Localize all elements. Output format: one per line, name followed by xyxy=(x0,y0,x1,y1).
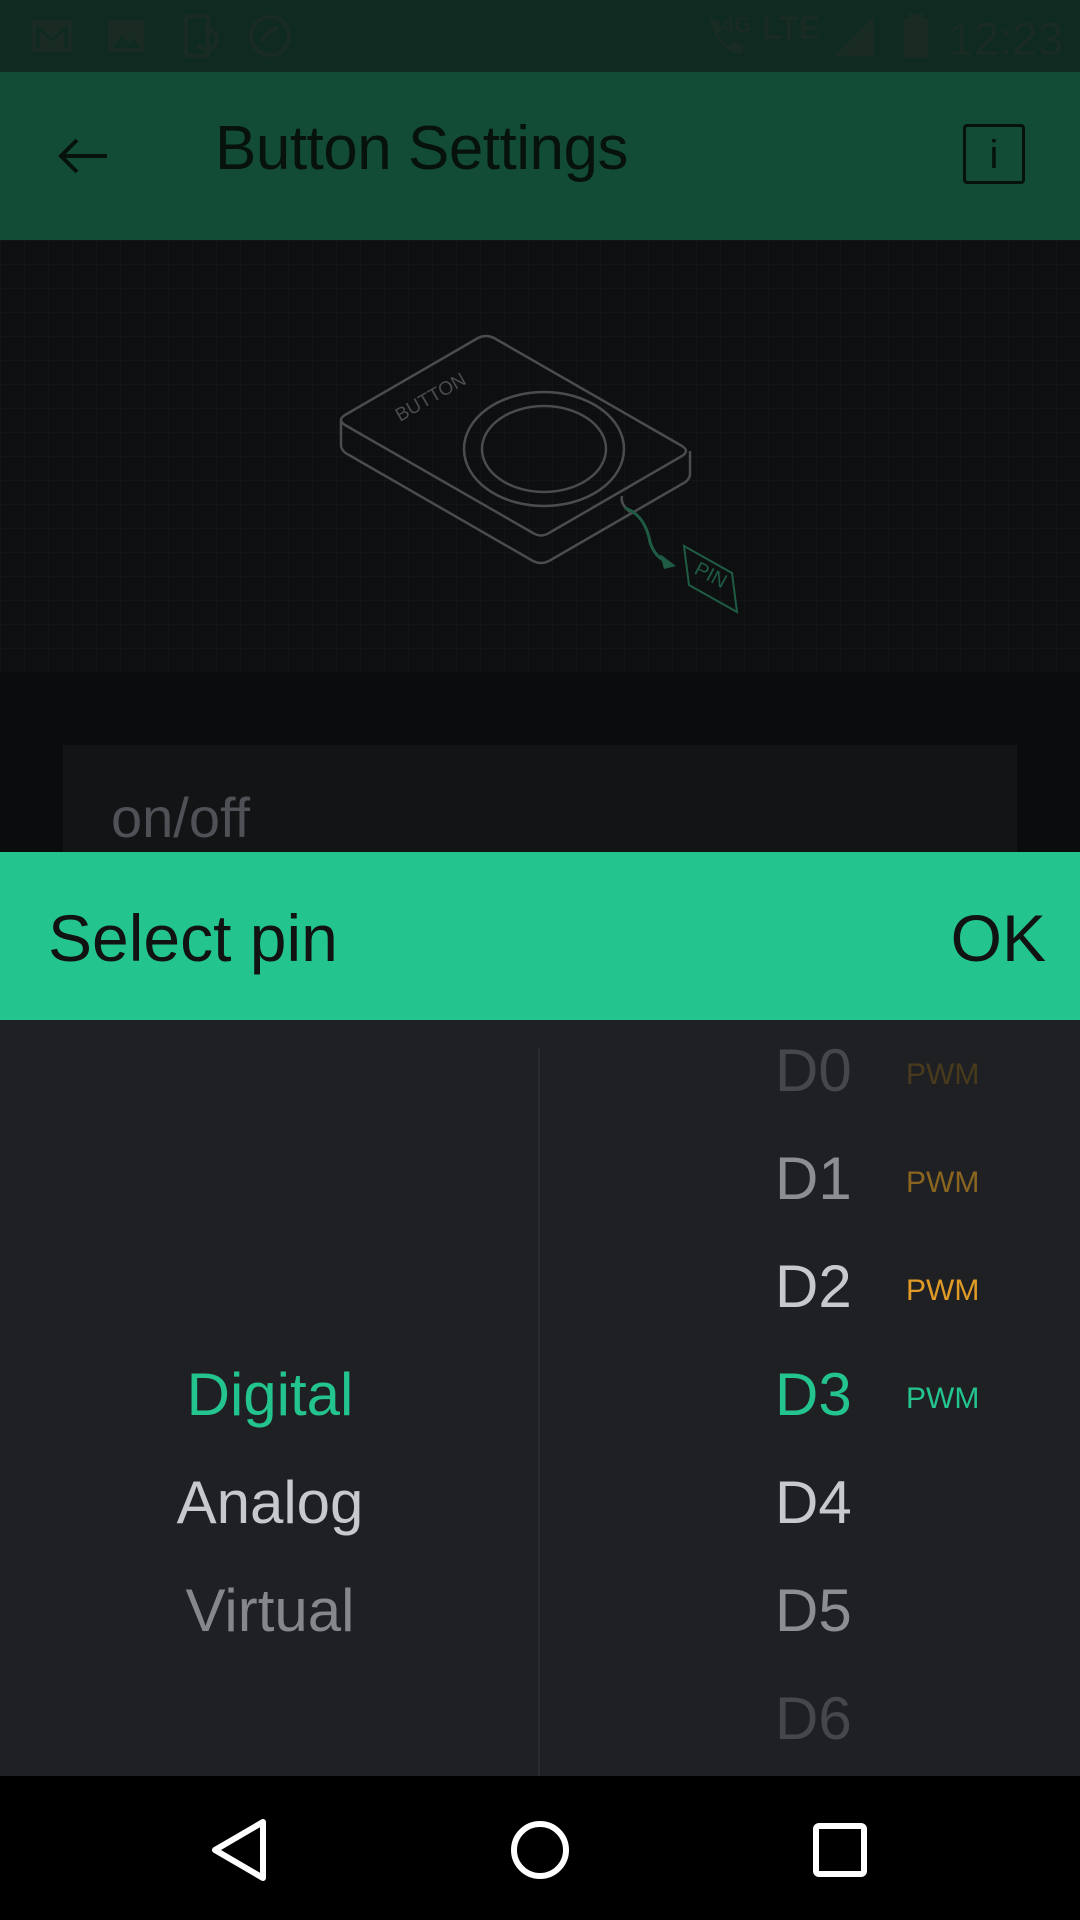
pin-picker: Digital Analog Virtual D0 PWM D1 PWM D2 … xyxy=(0,1020,1080,1776)
phone-sync-icon xyxy=(184,14,219,58)
navigation-bar xyxy=(0,1776,1080,1920)
pin-d3[interactable]: D3 xyxy=(775,1360,852,1429)
battery-icon xyxy=(904,14,928,58)
pin-d6[interactable]: D6 xyxy=(775,1684,852,1753)
pin-d4[interactable]: D4 xyxy=(775,1468,852,1537)
nav-back-icon[interactable] xyxy=(201,1810,281,1890)
pin-d0[interactable]: D0 xyxy=(775,1036,852,1105)
name-field-value: on/off xyxy=(111,786,251,849)
page-title: Button Settings xyxy=(215,114,629,183)
status-bar: 4G LTE 12:23 xyxy=(0,0,1080,72)
widget-preview: BUTTON PIN xyxy=(0,240,1080,672)
arrow-left-icon[interactable] xyxy=(55,128,111,184)
nav-recents-icon[interactable] xyxy=(800,1810,880,1890)
pin-d2[interactable]: D2 xyxy=(775,1252,852,1321)
info-icon[interactable]: i xyxy=(963,124,1025,184)
network-small-label: 4G xyxy=(722,12,752,37)
dialog-header: Select pin OK xyxy=(0,852,1080,1020)
pin-type-virtual[interactable]: Virtual xyxy=(0,1576,540,1645)
pin-d5[interactable]: D5 xyxy=(775,1576,852,1645)
pin-type-analog[interactable]: Analog xyxy=(0,1468,540,1537)
gmail-icon xyxy=(32,20,72,52)
call-forward-icon xyxy=(249,15,291,57)
name-field[interactable]: on/off xyxy=(63,745,1017,852)
pwm-badge: PWM xyxy=(906,1058,980,1091)
dialog-title: Select pin xyxy=(48,901,338,975)
ok-button[interactable]: OK xyxy=(951,900,1046,976)
clock: 12:23 xyxy=(948,13,1064,65)
pwm-badge: PWM xyxy=(906,1166,980,1199)
pin-d1[interactable]: D1 xyxy=(775,1144,852,1213)
pin-type-digital[interactable]: Digital xyxy=(0,1360,540,1429)
image-icon xyxy=(108,20,144,52)
nav-home-icon[interactable] xyxy=(500,1810,580,1890)
button-illustration: BUTTON PIN xyxy=(0,240,1080,672)
app-bar: Button Settings i xyxy=(0,72,1080,240)
signal-icon xyxy=(834,16,874,56)
network-label: LTE xyxy=(762,10,821,46)
pwm-badge: PWM xyxy=(906,1382,980,1415)
pwm-badge: PWM xyxy=(906,1274,980,1307)
